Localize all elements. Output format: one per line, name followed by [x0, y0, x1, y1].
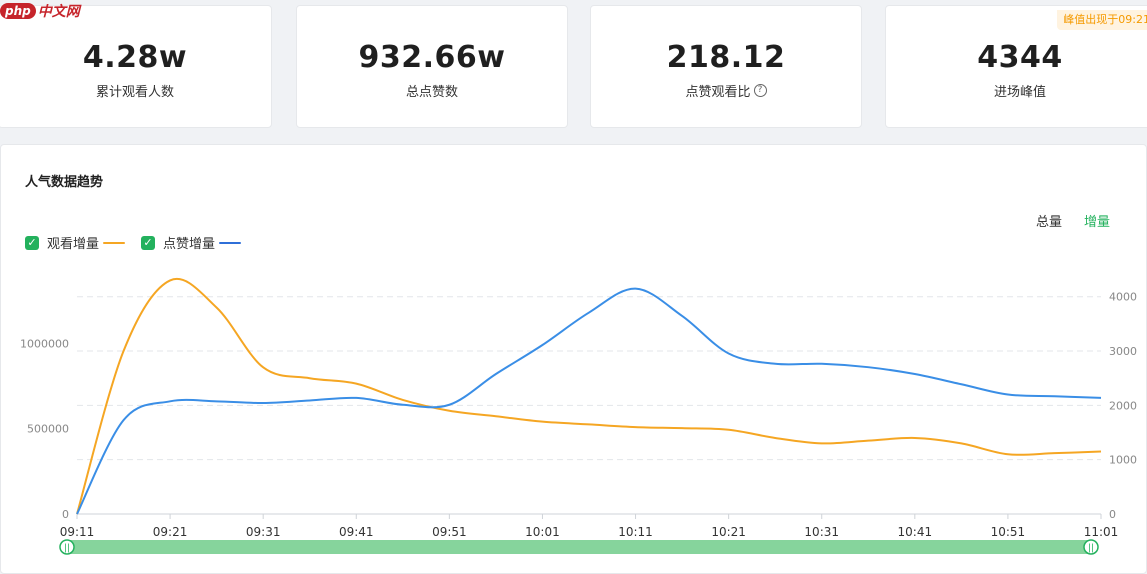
series-line-views — [76, 277, 1102, 515]
y-right-tick-label: 0 — [1109, 508, 1116, 521]
x-tick-label: 09:31 — [246, 525, 281, 539]
x-tick-label: 10:31 — [804, 525, 839, 539]
stat-label-text: 总点赞数 — [405, 85, 458, 100]
stat-label-text: 进场峰值 — [993, 85, 1046, 100]
stat-card-total-likes: 932.66w 总点赞数 — [296, 5, 568, 128]
y-right-tick-label: 3000 — [1109, 345, 1137, 358]
stat-label-text: 累计观看人数 — [95, 85, 174, 100]
y-right-tick-label: 2000 — [1109, 399, 1137, 412]
stat-value: 218.12 — [666, 40, 786, 75]
x-tick-label: 10:51 — [991, 525, 1026, 539]
stat-card-total-viewers: 4.28w 累计观看人数 — [0, 5, 272, 128]
x-tick-label: 09:11 — [60, 525, 95, 539]
y-right-tick-label: 1000 — [1109, 454, 1137, 467]
drag-handle-icon: || — [64, 544, 70, 554]
x-tick-label: 11:01 — [1084, 525, 1119, 539]
y-left-tick-label: 500000 — [27, 423, 69, 436]
stat-label: 总点赞数 — [297, 81, 567, 100]
x-tick-label: 10:41 — [898, 525, 933, 539]
php-badge: php — [0, 3, 36, 19]
stat-value: 4344 — [977, 40, 1063, 75]
y-right-tick-label: 4000 — [1109, 291, 1137, 304]
trend-chart: 0 1000 2000 3000 4000 0 500000 1000000 09:11 09:2… — [20, 277, 1137, 555]
timeline-range-bar — [67, 540, 1091, 554]
x-tick-label: 09:41 — [339, 525, 374, 539]
stat-value: 932.66w — [358, 40, 506, 75]
stat-label: 累计观看人数 — [0, 81, 271, 100]
logo-text: 中文网 — [37, 4, 80, 20]
x-tick-label: 10:01 — [525, 525, 560, 539]
y-left-tick-label: 1000000 — [20, 337, 69, 350]
question-circle-icon[interactable]: ? — [753, 84, 767, 97]
stat-card-like-view-ratio: 218.12 点赞观看比 ? — [590, 5, 862, 128]
stat-card-peak-entry: 峰值出现于09:21 4344 进场峰值 — [885, 5, 1147, 128]
series-line-likes — [76, 287, 1102, 515]
site-logo: php 中文网 — [0, 0, 80, 22]
trend-panel: 人气数据趋势 总量 增量 ✓ 观看增量 ✓ 点赞增量 0 1000 2000 3000… — [0, 144, 1147, 574]
peak-time-tag: 峰值出现于09:21 — [1057, 10, 1147, 30]
drag-handle-icon: || — [1088, 544, 1094, 554]
x-tick-label: 09:21 — [153, 525, 188, 539]
x-tick-label: 10:21 — [711, 525, 746, 539]
x-tick-label: 09:51 — [432, 525, 467, 539]
stat-value: 4.28w — [82, 40, 188, 75]
stat-label: 点赞观看比 ? — [591, 81, 861, 100]
stat-label: 进场峰值 — [886, 81, 1147, 100]
x-tick-label: 10:11 — [618, 525, 653, 539]
y-left-tick-label: 0 — [62, 508, 69, 521]
stat-label-text: 点赞观看比 — [685, 85, 751, 100]
